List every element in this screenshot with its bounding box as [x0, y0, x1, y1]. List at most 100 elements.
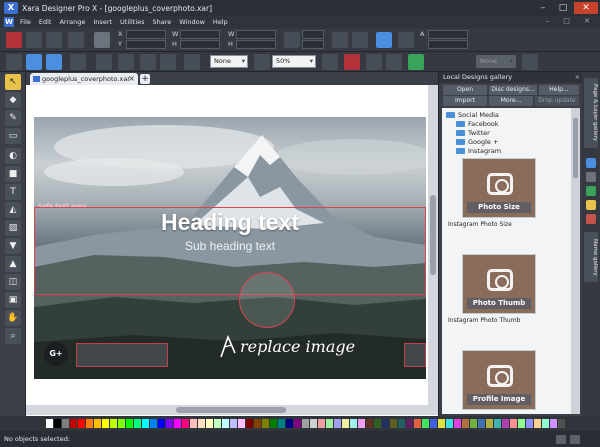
- palette-swatch[interactable]: [238, 419, 245, 428]
- rectangle-tool-icon[interactable]: ■: [5, 166, 21, 182]
- transform-icon[interactable]: [184, 54, 200, 70]
- new-tab-button[interactable]: +: [140, 74, 150, 84]
- save-icon[interactable]: [46, 54, 62, 70]
- eraser-tool-icon[interactable]: ▭: [5, 128, 21, 144]
- height-field[interactable]: [180, 40, 220, 49]
- palette-swatch[interactable]: [46, 419, 53, 428]
- transparency-tool-icon[interactable]: ▨: [5, 220, 21, 236]
- palette-swatch[interactable]: [438, 419, 445, 428]
- palette-swatch[interactable]: [70, 419, 77, 428]
- open-icon[interactable]: [26, 54, 42, 70]
- palette-swatch[interactable]: [78, 419, 85, 428]
- gallery-scrollbar[interactable]: [571, 108, 580, 414]
- paint-tool-icon[interactable]: ◐: [5, 148, 21, 164]
- palette-swatch[interactable]: [174, 419, 181, 428]
- snap-icon[interactable]: [344, 54, 360, 70]
- palette-swatch[interactable]: [310, 419, 317, 428]
- palette-swatch[interactable]: [446, 419, 453, 428]
- palette-swatch[interactable]: [230, 419, 237, 428]
- zoom-tool-icon[interactable]: ⌕: [5, 328, 21, 344]
- palette-swatch[interactable]: [406, 419, 413, 428]
- palette-swatch[interactable]: [526, 419, 533, 428]
- palette-swatch[interactable]: [190, 419, 197, 428]
- palette-swatch[interactable]: [214, 419, 221, 428]
- tree-item-facebook[interactable]: Facebook: [456, 120, 499, 128]
- layers-icon[interactable]: [386, 54, 402, 70]
- palette-swatch[interactable]: [374, 419, 381, 428]
- b-field[interactable]: [428, 40, 468, 49]
- shadow-tool-icon[interactable]: ▲: [5, 256, 21, 272]
- palette-swatch[interactable]: [542, 419, 549, 428]
- palette-swatch[interactable]: [246, 419, 253, 428]
- menu-file[interactable]: File: [20, 18, 31, 26]
- design-thumb-photo-size[interactable]: Photo Size: [462, 158, 536, 218]
- live-copy-icon[interactable]: [366, 54, 382, 70]
- skew-field[interactable]: [302, 40, 324, 49]
- scale-height-field[interactable]: [236, 40, 276, 49]
- palette-swatch[interactable]: [502, 419, 509, 428]
- palette-swatch[interactable]: [334, 419, 341, 428]
- gallery-help-button[interactable]: Help...: [539, 85, 579, 95]
- heading-text[interactable]: Heading text: [34, 209, 426, 236]
- node-tool-icon[interactable]: ◆: [5, 92, 21, 108]
- menu-utilities[interactable]: Utilities: [120, 18, 144, 26]
- zoom-select[interactable]: 50%: [272, 55, 316, 68]
- palette-swatch[interactable]: [454, 419, 461, 428]
- palette-swatch[interactable]: [470, 419, 477, 428]
- palette-swatch[interactable]: [134, 419, 141, 428]
- tree-item-twitter[interactable]: Twitter: [456, 129, 490, 137]
- rotate-icon[interactable]: [26, 32, 42, 48]
- palette-swatch[interactable]: [158, 419, 165, 428]
- palette-swatch[interactable]: [398, 419, 405, 428]
- palette-swatch[interactable]: [558, 419, 565, 428]
- fill-tool-icon[interactable]: ◭: [5, 202, 21, 218]
- tree-item-social-media[interactable]: Social Media: [446, 111, 499, 119]
- zoom-status-icon[interactable]: [570, 435, 581, 444]
- sub-heading-text[interactable]: Sub heading text: [34, 239, 426, 253]
- tab-googleplus-coverphoto[interactable]: googleplus_coverphoto.xar ×: [30, 73, 138, 85]
- replace-image-text[interactable]: replace image: [240, 337, 355, 356]
- palette-swatch[interactable]: [286, 419, 293, 428]
- palette-swatch[interactable]: [382, 419, 389, 428]
- palette-swatch[interactable]: [294, 419, 301, 428]
- a-field[interactable]: [428, 30, 468, 39]
- palette-swatch[interactable]: [342, 419, 349, 428]
- flip-vertical-icon[interactable]: [68, 32, 84, 48]
- push-tool-icon[interactable]: ✋: [5, 310, 21, 326]
- vertical-scroll-thumb[interactable]: [430, 195, 436, 275]
- palette-swatch[interactable]: [430, 419, 437, 428]
- zoom-icon[interactable]: [254, 54, 270, 70]
- palette-swatch[interactable]: [198, 419, 205, 428]
- drawing-canvas[interactable]: Safe text area Heading text Sub heading …: [26, 85, 428, 405]
- canvas-vertical-scrollbar[interactable]: [428, 85, 438, 405]
- palette-swatch[interactable]: [390, 419, 397, 428]
- gallery-close-icon[interactable]: ×: [575, 72, 580, 83]
- gallery-import-button[interactable]: Import: [443, 96, 487, 106]
- menu-help[interactable]: Help: [213, 18, 228, 26]
- bevel-tool-icon[interactable]: ▼: [5, 238, 21, 254]
- undo-icon[interactable]: [140, 54, 156, 70]
- palette-swatch[interactable]: [166, 419, 173, 428]
- align-left-icon[interactable]: [332, 32, 348, 48]
- palette-swatch[interactable]: [326, 419, 333, 428]
- palette-swatch[interactable]: [462, 419, 469, 428]
- palette-swatch[interactable]: [278, 419, 285, 428]
- zoom-fit-icon[interactable]: [322, 54, 338, 70]
- x-field[interactable]: [126, 30, 166, 39]
- palette-swatch[interactable]: [302, 419, 309, 428]
- palette-swatch[interactable]: [126, 419, 133, 428]
- palette-swatch[interactable]: [518, 419, 525, 428]
- palette-swatch[interactable]: [486, 419, 493, 428]
- import-icon[interactable]: [70, 54, 86, 70]
- design-thumb-profile-image[interactable]: Profile Image: [462, 350, 536, 410]
- fill-gallery-icon[interactable]: [586, 200, 596, 210]
- gallery-scroll-thumb[interactable]: [573, 118, 578, 178]
- grid-icon[interactable]: [94, 32, 110, 48]
- palette-swatch[interactable]: [150, 419, 157, 428]
- palette-swatch[interactable]: [422, 419, 429, 428]
- gallery-open-button[interactable]: Open: [443, 85, 487, 95]
- font-gallery-icon[interactable]: [586, 214, 596, 224]
- horizontal-scroll-thumb[interactable]: [176, 407, 286, 413]
- magnify-icon[interactable]: [522, 54, 538, 70]
- gallery-list[interactable]: Social Media Facebook Twitter Google + I…: [442, 108, 580, 414]
